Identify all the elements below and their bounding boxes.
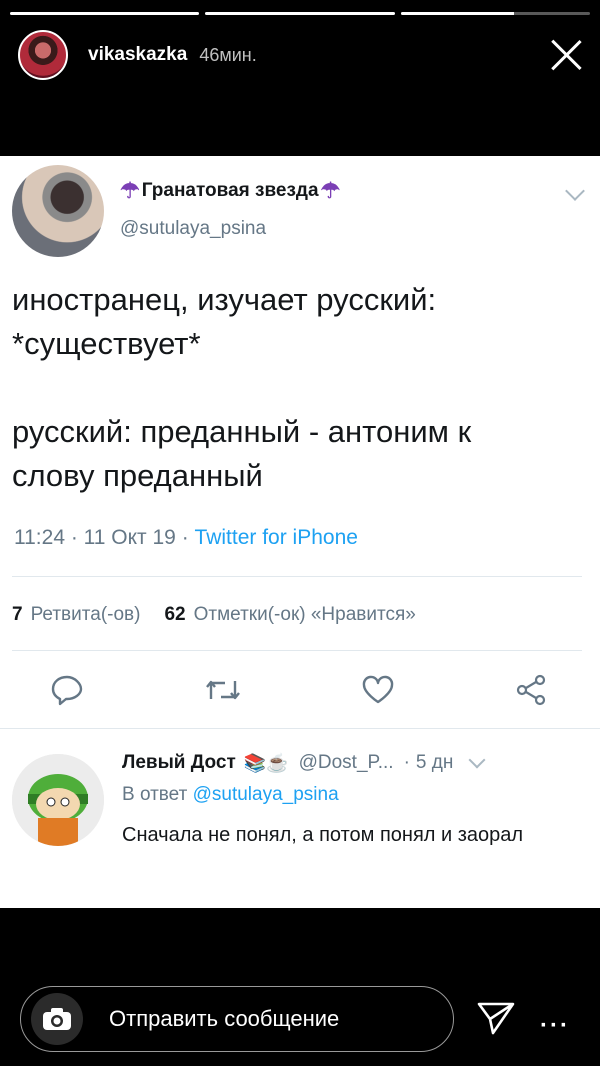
story-avatar[interactable] [18, 30, 68, 80]
reply-separator: · [403, 752, 410, 773]
send-icon[interactable] [476, 1000, 516, 1041]
tweet-stats: 7 Ретвита(-ов) 62 Отметки(-ок) «Нравится… [12, 604, 416, 626]
tweet-timestamp: 11:24 · 11 Окт 19 · [14, 526, 189, 549]
progress-segment [10, 12, 200, 15]
tweet-actions [50, 674, 548, 706]
divider [12, 576, 582, 577]
chevron-down-icon [468, 751, 486, 769]
tweet-meta: 11:24 · 11 Окт 19 · Twitter for iPhone [14, 526, 358, 550]
reply-prefix: В ответ [122, 784, 188, 805]
story-time: 46мин. [199, 44, 257, 65]
reply-name: Левый Дост [122, 752, 236, 773]
camera-icon[interactable] [31, 993, 83, 1045]
tweet-header: ☂ Гранатовая звезда ☂ @sutulaya_psina [10, 162, 585, 258]
story-username[interactable]: vikaskazka [88, 44, 187, 66]
tweet-names: ☂ Гранатовая звезда ☂ @sutulaya_psina [120, 178, 340, 240]
retweet-count: 7 [12, 604, 23, 625]
reply-to-handle: @sutulaya_psina [192, 784, 339, 805]
reply-text: Сначала не понял, а потом понял и заорал [122, 824, 524, 846]
reply-icon [50, 674, 84, 706]
progress-segment [205, 12, 395, 15]
progress-fill [10, 12, 200, 15]
books-coffee-icon: 📚☕ [243, 752, 289, 773]
progress-segment [400, 12, 590, 15]
umbrella-icon: ☂ [320, 178, 341, 203]
umbrella-icon: ☂ [120, 178, 140, 203]
display-name-text: Гранатовая звезда [141, 180, 319, 201]
reply-body: Левый Дост 📚☕ @Dost_P... · 5 дн В ответ … [122, 751, 582, 850]
reply-time: 5 дн [415, 752, 454, 773]
share-icon [514, 674, 548, 706]
tweet-avatar [12, 165, 104, 257]
divider [0, 728, 600, 729]
tweet-source: Twitter for iPhone [194, 526, 358, 549]
retweet-label: Ретвита(-ов) [30, 604, 141, 625]
reply-avatar [12, 754, 104, 846]
more-options-icon[interactable]: ··· [540, 1012, 570, 1040]
heart-icon [361, 675, 395, 705]
reply-header: Левый Дост 📚☕ @Dost_P... · 5 дн [122, 751, 582, 774]
tweet-text: иностранец, изучает русский: *существует… [12, 282, 472, 493]
like-count: 62 [164, 604, 186, 625]
tweet-handle: @sutulaya_psina [120, 218, 267, 239]
message-input[interactable] [109, 1006, 429, 1032]
close-icon[interactable] [550, 39, 582, 71]
chevron-down-icon [565, 181, 585, 201]
progress-fill [205, 12, 395, 15]
reply-to-line: В ответ @sutulaya_psina [122, 784, 582, 806]
progress-fill [400, 12, 515, 15]
divider [12, 650, 582, 651]
like-label: Отметки(-ок) «Нравится» [193, 604, 416, 625]
reply-handle: @Dost_P... [298, 752, 394, 773]
message-bar [20, 986, 454, 1052]
story-header: vikaskazka 46мин. [18, 30, 582, 80]
story-progress [10, 12, 590, 15]
reply-tweet: Левый Дост 📚☕ @Dost_P... · 5 дн В ответ … [0, 736, 600, 906]
tweet-screenshot: ☂ Гранатовая звезда ☂ @sutulaya_psina ин… [0, 156, 600, 908]
tweet-display-name: ☂ Гранатовая звезда ☂ [120, 178, 340, 204]
retweet-icon [203, 675, 243, 705]
